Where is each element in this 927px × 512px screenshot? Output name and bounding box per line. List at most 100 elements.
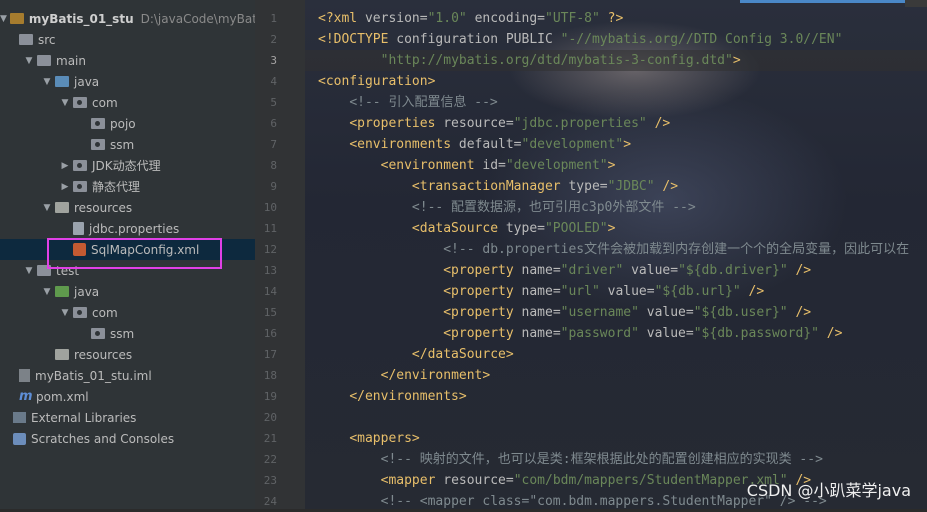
code-line[interactable]: <property name="driver" value="${db.driv… — [318, 260, 811, 281]
code-line[interactable]: <environments default="development"> — [318, 134, 631, 155]
line-number: 10 — [263, 201, 277, 214]
code-token: "-//mybatis.org//DTD Config 3.0//EN" — [560, 32, 843, 47]
code-line[interactable]: <property name="password" value="${db.pa… — [318, 323, 842, 344]
tree-item[interactable]: ▶src — [0, 29, 255, 50]
tree-item[interactable]: ▶jdbc.properties — [0, 218, 255, 239]
code-token: id= — [482, 158, 506, 173]
tree-item[interactable]: ▶resources — [0, 344, 255, 365]
code-token: <properties — [349, 116, 444, 131]
package-icon — [91, 118, 105, 129]
code-line[interactable]: "http://mybatis.org/dtd/mybatis-3-config… — [318, 50, 741, 71]
code-token: "JDBC" — [607, 179, 663, 194]
tree-item[interactable]: ▼ resources — [0, 197, 255, 218]
code-token: <environments — [349, 137, 459, 152]
code-line[interactable]: <mapper resource="com/bdm/mappers/Studen… — [318, 470, 812, 491]
line-number: 3 — [270, 54, 277, 67]
code-line[interactable]: <property name="url" value="${db.url}" /… — [318, 281, 764, 302]
chevron-right-icon[interactable]: ▶ — [60, 161, 70, 171]
code-line[interactable]: <!-- 引入配置信息 --> — [318, 92, 497, 113]
tree-item[interactable]: ▼ main — [0, 50, 255, 71]
code-token: <?xml — [318, 11, 365, 26]
tree-item[interactable]: ▶ssm — [0, 134, 255, 155]
tree-item[interactable]: ▶mpom.xml — [0, 386, 255, 407]
code-line[interactable]: <property name="username" value="${db.us… — [318, 302, 811, 323]
tree-item[interactable]: ▶pojo — [0, 113, 255, 134]
code-token: "${db.url}" — [654, 284, 749, 299]
project-folder-icon — [9, 13, 24, 24]
line-number: 11 — [263, 222, 277, 235]
chevron-down-icon[interactable]: ▼ — [42, 77, 52, 87]
line-number: 16 — [263, 327, 277, 340]
code-editor[interactable]: <?xml version="1.0" encoding="UTF-8" ?> <… — [305, 0, 927, 509]
maven-icon: m — [19, 389, 33, 404]
code-line[interactable]: <!-- db.properties文件会被加载到内存创建一个个的全局变量，因此… — [318, 239, 909, 260]
tree-item[interactable]: ▶Scratches and Consoles — [0, 428, 255, 449]
tree-item[interactable]: ▶ 静态代理 — [0, 176, 255, 197]
code-line[interactable]: <transactionManager type="JDBC" /> — [318, 176, 678, 197]
folder-src-icon — [55, 76, 69, 87]
project-root[interactable]: ▼ myBatis_01_stu D:\javaCode\myBatisAll\… — [0, 8, 255, 29]
code-token: /> — [795, 263, 812, 278]
code-token: resource= — [443, 473, 514, 488]
code-line[interactable]: <environment id="development"> — [318, 155, 616, 176]
chevron-down-icon[interactable]: ▼ — [60, 98, 70, 108]
code-token: <property — [443, 326, 522, 341]
code-line[interactable]: </environments> — [318, 386, 466, 407]
line-number: 1 — [270, 12, 277, 25]
tree-item-label: Scratches and Consoles — [31, 431, 175, 446]
iml-icon — [19, 369, 30, 382]
code-line[interactable]: <dataSource type="POOLED"> — [318, 218, 616, 239]
line-number: 21 — [263, 432, 277, 445]
code-line[interactable]: <!DOCTYPE configuration PUBLIC "-//mybat… — [318, 29, 842, 50]
line-number: 6 — [270, 117, 277, 130]
code-line[interactable]: <!-- 映射的文件，也可以是类:框架根据此处的配置创建相应的实现类 --> — [318, 449, 823, 470]
tree-item[interactable]: ▶myBatis_01_stu.iml — [0, 365, 255, 386]
line-number: 20 — [263, 411, 277, 424]
folder-test-icon — [55, 286, 69, 297]
code-token: <!-- 映射的文件，也可以是类:框架根据此处的配置创建相应的实现类 --> — [380, 452, 823, 467]
chevron-down-icon[interactable]: ▼ — [24, 56, 34, 66]
code-line[interactable]: <mappers> — [318, 428, 420, 449]
editor-tab[interactable] — [905, 0, 927, 7]
code-line[interactable]: </environment> — [318, 365, 491, 386]
tree-item-label: com — [92, 95, 118, 110]
code-token: value= — [607, 284, 655, 299]
tree-item-label: com — [92, 305, 118, 320]
code-token: <property — [443, 263, 522, 278]
line-number: 13 — [263, 264, 277, 277]
code-line[interactable]: <properties resource="jdbc.properties" /… — [318, 113, 670, 134]
tree-item[interactable]: ▶ssm — [0, 323, 255, 344]
chevron-down-icon[interactable]: ▼ — [42, 287, 52, 297]
line-number: 8 — [270, 159, 277, 172]
tree-item-label: java — [74, 284, 100, 299]
chevron-down-icon[interactable]: ▼ — [24, 266, 34, 276]
tree-item[interactable]: ▶External Libraries — [0, 407, 255, 428]
code-line[interactable]: <configuration> — [318, 71, 435, 92]
tree-item-label: main — [56, 53, 86, 68]
tree-item[interactable]: ▼ com — [0, 92, 255, 113]
code-token: default= — [458, 137, 522, 152]
tree-item[interactable]: ▼ java — [0, 71, 255, 92]
chevron-right-icon[interactable]: ▶ — [60, 182, 70, 192]
tree-item[interactable]: ▼ java — [0, 281, 255, 302]
package-icon — [91, 328, 105, 339]
code-line[interactable]: </dataSource> — [318, 344, 514, 365]
code-line[interactable]: <!-- 配置数据源，也可引用c3p0外部文件 --> — [318, 197, 696, 218]
chevron-down-icon[interactable]: ▼ — [0, 14, 7, 24]
code-token: </dataSource> — [411, 347, 514, 362]
code-token: <!-- db.properties文件会被加载到内存创建一个个的全局变量，因此… — [443, 242, 910, 257]
tree-item[interactable]: ▼ com — [0, 302, 255, 323]
code-token: /> — [826, 326, 843, 341]
tree-item[interactable]: ▶ JDK动态代理 — [0, 155, 255, 176]
tree-item-label: pojo — [110, 116, 136, 131]
chevron-down-icon[interactable]: ▼ — [42, 203, 52, 213]
code-token: <mappers> — [349, 431, 420, 446]
code-token: configuration PUBLIC — [396, 32, 561, 47]
chevron-down-icon[interactable]: ▼ — [60, 308, 70, 318]
code-token: <configuration> — [318, 74, 436, 89]
code-line[interactable]: <?xml version="1.0" encoding="UTF-8" ?> — [318, 8, 623, 29]
